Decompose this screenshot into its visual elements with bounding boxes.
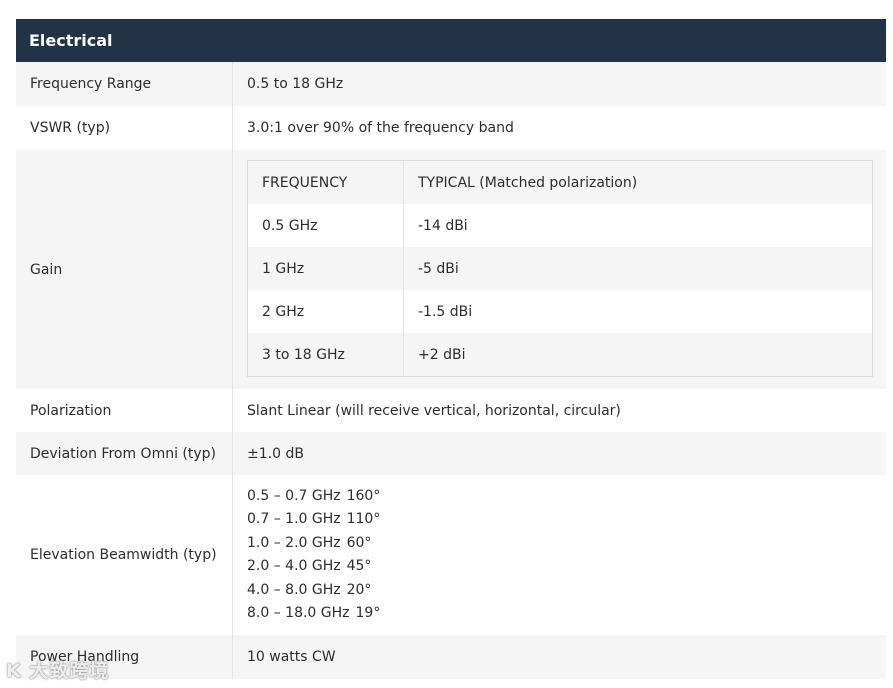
spec-label: Polarization xyxy=(16,389,233,432)
gain-header-typical: TYPICAL (Matched polarization) xyxy=(418,174,638,191)
watermark: K 大致跨境 xyxy=(6,660,110,682)
beamwidth-range: 8.0 – 18.0 GHz xyxy=(247,605,350,621)
beamwidth-range: 4.0 – 8.0 GHz xyxy=(247,581,341,598)
spec-value: 0.5 to 18 GHz xyxy=(247,76,344,92)
beamwidth-angle: 19° xyxy=(355,605,381,621)
beamwidth-angle: 160° xyxy=(346,487,381,504)
beamwidth-angle: 20° xyxy=(346,581,372,598)
beamwidth-line: 0.7 – 1.0 GHz 110° xyxy=(247,508,380,532)
spec-row-frequency-range: Frequency Range 0.5 to 18 GHz xyxy=(16,62,886,106)
beamwidth-angle: 45° xyxy=(346,558,372,574)
spec-value: Slant Linear (will receive vertical, hor… xyxy=(247,402,621,419)
spec-value: ±1.0 dB xyxy=(247,445,304,462)
beamwidth-line: 4.0 – 8.0 GHz 20° xyxy=(247,579,371,603)
gain-table-row: 0.5 GHz -14 dBi xyxy=(248,204,872,247)
beamwidth-line: 2.0 – 4.0 GHz 45° xyxy=(247,555,371,579)
gain-value: -14 dBi xyxy=(418,217,468,234)
spec-row-deviation: Deviation From Omni (typ) ±1.0 dB xyxy=(16,432,886,475)
beamwidth-angle: 110° xyxy=(346,511,381,527)
spec-value: 3.0:1 over 90% of the frequency band xyxy=(247,120,514,136)
spec-row-vswr: VSWR (typ) 3.0:1 over 90% of the frequen… xyxy=(16,106,886,150)
gain-frequency: 2 GHz xyxy=(248,290,404,333)
spec-row-beamwidth: Elevation Beamwidth (typ) 0.5 – 0.7 GHz 1… xyxy=(16,475,886,635)
beamwidth-range: 0.5 – 0.7 GHz xyxy=(247,487,341,504)
gain-value: +2 dBi xyxy=(418,346,466,363)
gain-table: FREQUENCY TYPICAL (Matched polarization)… xyxy=(247,160,873,377)
gain-frequency: 1 GHz xyxy=(248,247,404,290)
spec-label: Gain xyxy=(16,150,233,389)
gain-table-header: FREQUENCY TYPICAL (Matched polarization) xyxy=(248,161,872,204)
beamwidth-range: 1.0 – 2.0 GHz xyxy=(247,534,341,551)
beamwidth-line: 8.0 – 18.0 GHz 19° xyxy=(247,602,380,626)
spec-value: 10 watts CW xyxy=(247,649,336,665)
spec-row-polarization: Polarization Slant Linear (will receive … xyxy=(16,389,886,432)
gain-table-row: 1 GHz -5 dBi xyxy=(248,247,872,290)
beamwidth-line: 1.0 – 2.0 GHz 60° xyxy=(247,532,371,556)
section-title: Electrical xyxy=(29,31,113,50)
section-header: Electrical xyxy=(16,19,886,62)
spec-row-power-handling: Power Handling 10 watts CW xyxy=(16,635,886,679)
beamwidth-range: 0.7 – 1.0 GHz xyxy=(247,511,341,527)
gain-table-row: 2 GHz -1.5 dBi xyxy=(248,290,872,333)
beamwidth-list: 0.5 – 0.7 GHz 160° 0.7 – 1.0 GHz 110° 1.0 … xyxy=(233,475,886,635)
beamwidth-angle: 60° xyxy=(346,534,372,551)
spec-row-gain: Gain FREQUENCY TYPICAL (Matched polariza… xyxy=(16,150,886,389)
gain-value: -1.5 dBi xyxy=(418,303,473,320)
spec-label: Deviation From Omni (typ) xyxy=(16,432,233,475)
spec-label: Elevation Beamwidth (typ) xyxy=(16,475,233,635)
spec-label: VSWR (typ) xyxy=(16,106,233,150)
gain-value: -5 dBi xyxy=(418,260,459,277)
beamwidth-range: 2.0 – 4.0 GHz xyxy=(247,558,341,574)
spec-label: Frequency Range xyxy=(16,62,233,106)
gain-header-frequency: FREQUENCY xyxy=(248,161,404,204)
gain-table-wrapper: FREQUENCY TYPICAL (Matched polarization)… xyxy=(233,150,886,389)
beamwidth-line: 0.5 – 0.7 GHz 160° xyxy=(247,485,380,509)
gain-frequency: 3 to 18 GHz xyxy=(248,333,404,376)
electrical-spec-table: Electrical Frequency Range 0.5 to 18 GHz… xyxy=(16,19,886,679)
gain-frequency: 0.5 GHz xyxy=(248,204,404,247)
gain-table-row: 3 to 18 GHz +2 dBi xyxy=(248,333,872,376)
